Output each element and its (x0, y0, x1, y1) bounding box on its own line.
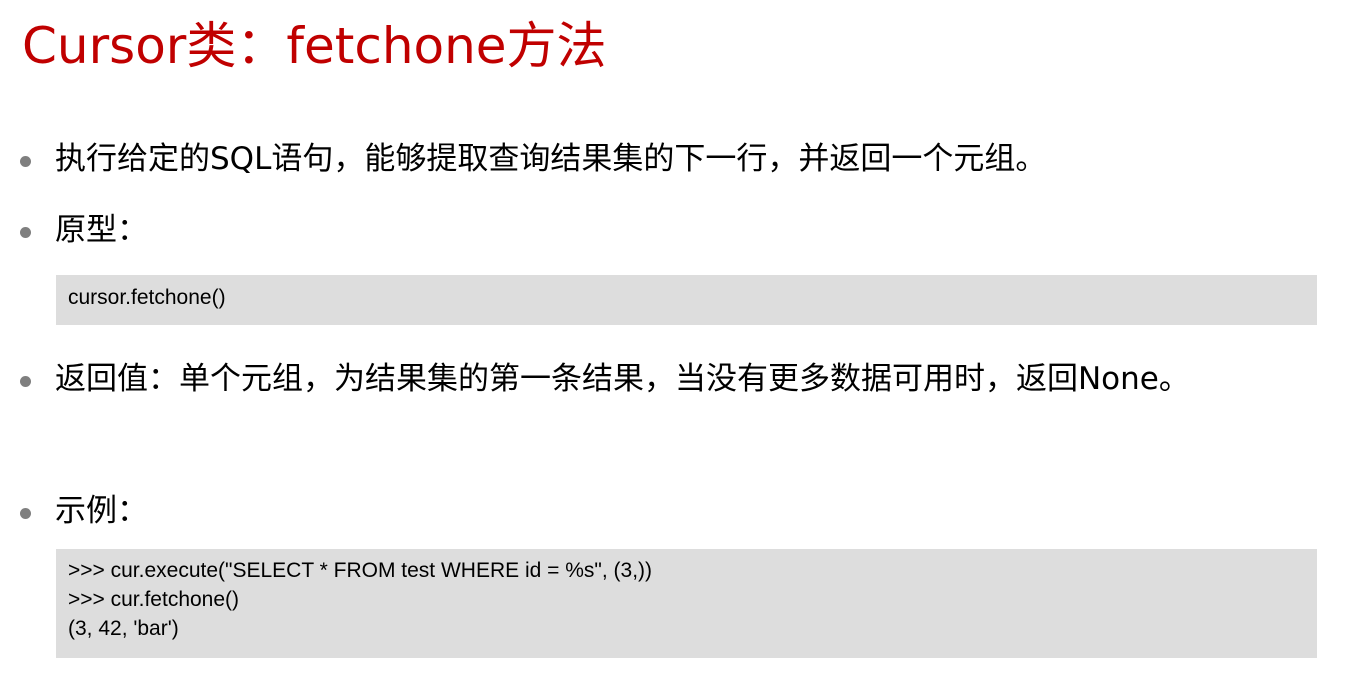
bullet-dot (20, 227, 31, 238)
prototype-code-block: cursor.fetchone() (56, 275, 1317, 325)
bullet-dot (20, 156, 31, 167)
code-line: cursor.fetchone() (68, 286, 226, 309)
bullet-prototype-text: 原型： (55, 212, 148, 248)
slide-title: Cursor类：fetchone方法 (22, 17, 607, 75)
bullet-description-text: 执行给定的SQL语句，能够提取查询结果集的下一行，并返回一个元组。 (55, 141, 1047, 177)
bullet-description: 执行给定的SQL语句，能够提取查询结果集的下一行，并返回一个元组。 (20, 140, 1046, 190)
bullet-return-value-text: 返回值：单个元组，为结果集的第一条结果，当没有更多数据可用时，返回None。 (55, 361, 1190, 397)
bullet-dot (20, 376, 31, 387)
bullet-return-value: 返回值：单个元组，为结果集的第一条结果，当没有更多数据可用时，返回None。 (20, 360, 1285, 410)
code-line: (3, 42, 'bar') (68, 617, 179, 640)
code-line: >>> cur.execute("SELECT * FROM test WHER… (68, 559, 653, 582)
bullet-prototype: 原型： (20, 211, 148, 261)
bullet-example: 示例： (20, 492, 148, 542)
example-code-block: >>> cur.execute("SELECT * FROM test WHER… (56, 549, 1317, 658)
code-line: >>> cur.fetchone() (68, 588, 240, 611)
bullet-example-text: 示例： (55, 493, 148, 529)
bullet-dot (20, 508, 31, 519)
